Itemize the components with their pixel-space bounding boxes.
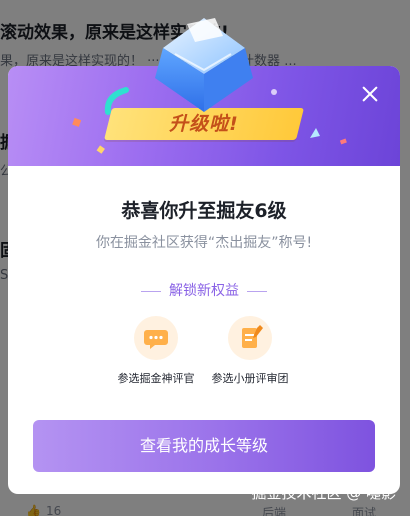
watermark: 掘金技术社区 @ 嚏影	[251, 484, 396, 502]
confetti-icon	[96, 145, 105, 154]
confetti-icon	[72, 117, 82, 127]
crystal-badge-icon	[155, 18, 253, 112]
confetti-icon	[339, 138, 347, 145]
perk-label: 参选掘金神评官	[117, 372, 195, 385]
confetti-icon	[310, 128, 320, 138]
perk-label: 参选小册评审团	[211, 372, 289, 385]
view-growth-level-button[interactable]: 查看我的成长等级	[33, 420, 375, 472]
booklet-pen-icon	[228, 316, 272, 360]
confetti-icon	[271, 89, 277, 95]
divider	[247, 290, 267, 292]
modal-subtitle: 你在掘金社区获得“杰出掘友”称号!	[95, 235, 313, 251]
divider	[141, 290, 161, 292]
perk-item: 参选掘金神评官	[106, 316, 206, 386]
close-button[interactable]	[358, 82, 382, 106]
level-up-modal: 升级啦! 恭喜你升至掘友6级 你在掘金社区获得“杰出掘友”称号! 解锁新权益 参…	[8, 66, 400, 494]
perk-item: 参选小册评审团	[200, 316, 300, 386]
unlock-label: 解锁新权益	[169, 283, 239, 299]
chat-bubble-icon	[134, 316, 178, 360]
unlock-section-header: 解锁新权益	[8, 280, 400, 300]
modal-title: 恭喜你升至掘友6级	[121, 200, 287, 222]
